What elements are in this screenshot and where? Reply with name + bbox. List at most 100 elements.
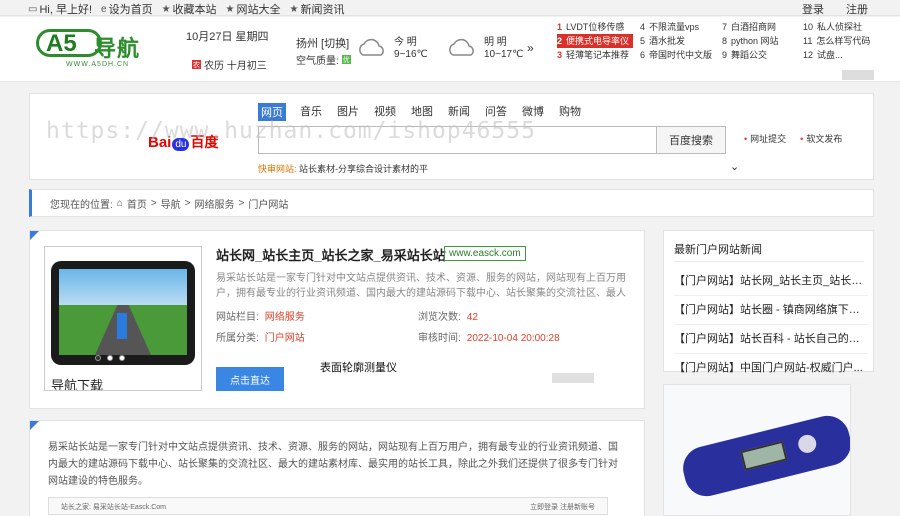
city-switch[interactable]: 扬州 [切换] [296, 35, 349, 51]
site-logo[interactable]: A5 导航 WWW.A5DH.CN [36, 29, 160, 73]
hot-item[interactable]: 3 轻薄笔记本推荐 [557, 48, 633, 62]
register-link[interactable]: 注册 [846, 1, 868, 17]
list-item[interactable]: 【门户网站】站长圈 - 镇商网络旗下站... [674, 296, 868, 325]
publish-article-link[interactable]: 软文发布 [800, 132, 842, 145]
hot-item[interactable]: 1 LVDT位移传感 [557, 20, 633, 34]
corner-mark [30, 231, 39, 240]
hot-item[interactable]: 11 怎么样写代码 [803, 34, 870, 48]
meta-views: 浏览次数: 42 [418, 312, 478, 323]
set-home-link[interactable]: e 设为首页 [101, 1, 153, 17]
site-screenshot[interactable]: 导航下载 [44, 246, 202, 391]
meta-column: 网站栏目: 网络服务 [216, 312, 305, 323]
news-list: 【门户网站】站长网_站长主页_站长之... 【门户网站】站长圈 - 镇商网络旗下… [674, 267, 868, 383]
site-card: 导航下载 站长网_站长主页_站长之家_易采站长站 www.easck.com 易… [29, 230, 645, 409]
list-item[interactable]: 【门户网站】中国门户网站-权威门户... [674, 354, 868, 383]
breadcrumb-nav[interactable]: 导航 [161, 196, 181, 211]
gps-device-image [51, 261, 195, 365]
weather-today: 今 明 9~16℃ [356, 31, 446, 71]
hot-item[interactable]: 5 酒水批发 [640, 34, 712, 48]
search-button[interactable]: 百度搜索 [656, 126, 726, 154]
carousel-dot[interactable] [95, 355, 101, 361]
tab-qa[interactable]: 问答 [484, 103, 508, 121]
star-icon: ★ [225, 3, 235, 15]
tab-video[interactable]: 视频 [373, 103, 397, 121]
tab-weibo[interactable]: 微博 [521, 103, 545, 121]
list-item[interactable]: 【门户网站】站长网_站长主页_站长之... [674, 267, 868, 296]
hot-list-col2: 4 不限流量vps 5 酒水批发 6 帝国时代中文版 [640, 20, 712, 62]
list-item[interactable]: 【门户网站】站长百科 - 站长自己的百... [674, 325, 868, 354]
hot-item[interactable]: 10 私人侦探社 [803, 20, 870, 34]
meta-time: 审核时间: 2022-10-04 20:00:28 [418, 333, 560, 344]
carousel-dot[interactable] [107, 355, 113, 361]
panel-title: 最新门户网站新闻 [674, 244, 762, 256]
meta-category: 所属分类: 门户网站 [216, 333, 305, 344]
tab-news[interactable]: 新闻 [447, 103, 471, 121]
site-title[interactable]: 站长网_站长主页_站长之家_易采站长站 [216, 245, 446, 264]
chevron-down-icon[interactable]: ⌄ [730, 160, 739, 173]
hot-item-highlighted[interactable]: 2 便携式电导率仪 [557, 34, 634, 48]
intro-card: 易采站长站是一家专门针对中文站点提供资讯、技术、资源、服务的网站，网站现有上百万… [29, 420, 645, 516]
star-icon: ★ [289, 3, 299, 15]
ie-icon: e [101, 3, 107, 15]
hot-list-col4: 10 私人侦探社 11 怎么样写代码 12 试盘... [803, 20, 870, 62]
tab-images[interactable]: 图片 [336, 103, 360, 121]
product-ad-image[interactable] [663, 384, 851, 516]
site-all-link[interactable]: ★ 网站大全 [226, 1, 281, 17]
aqi-badge: 优 [341, 55, 351, 64]
star-icon: ★ [161, 3, 171, 15]
logo-text: A5 [46, 30, 77, 57]
latest-news-panel: 最新门户网站新闻 【门户网站】站长网_站长主页_站长之... 【门户网站】站长圈… [663, 230, 874, 383]
hot-item[interactable]: 6 帝国时代中文版 [640, 48, 712, 62]
carousel-dot[interactable] [119, 355, 125, 361]
tab-map[interactable]: 地图 [410, 103, 434, 121]
favorite-link[interactable]: ★ 收藏本站 [162, 1, 217, 17]
baidu-logo[interactable]: Bai du 百度 [148, 132, 228, 154]
corner-mark [30, 421, 39, 430]
ad-close-tag[interactable] [552, 373, 594, 383]
column-link[interactable]: 网络服务 [265, 312, 305, 323]
close-tag[interactable] [842, 70, 874, 80]
weather-tomorrow: 明 明 10~17℃ [446, 31, 536, 71]
quick-review-link[interactable]: 站长素材-分享综合设计素材的平 [299, 164, 428, 174]
monitor-icon: ▭ [28, 3, 38, 15]
lunar-date: 农 农历 十月初三 [192, 60, 267, 72]
search-input[interactable] [259, 127, 657, 153]
date-text: 10月27日 星期四 [186, 31, 269, 43]
divider [674, 261, 864, 262]
search-tabs: 网页 音乐 图片 视频 地图 新闻 问答 微博 购物 [258, 103, 582, 121]
category-link[interactable]: 门户网站 [265, 333, 305, 344]
lunar-icon: 农 [192, 60, 201, 69]
site-url[interactable]: www.easck.com [444, 246, 526, 261]
tab-music[interactable]: 音乐 [299, 103, 323, 121]
intro-text: 易采站长站是一家专门针对中文站点提供资讯、技术、资源、服务的网站，网站现有上百万… [48, 442, 618, 487]
tab-shopping[interactable]: 购物 [558, 103, 582, 121]
hot-item[interactable]: 12 试盘... [803, 48, 870, 62]
breadcrumb: 您现在的位置: ⌂ 首页 > 导航 > 网络服务 > 门户网站 [29, 189, 874, 217]
cloud-icon [449, 38, 474, 56]
tab-web[interactable]: 网页 [258, 103, 286, 121]
search-input-wrap [258, 126, 658, 154]
home-icon: ⌂ [116, 197, 123, 209]
submit-site-link[interactable]: 网址提交 [744, 132, 786, 145]
hot-list-col1: 1 LVDT位移传感 2 便携式电导率仪 3 轻薄笔记本推荐 [557, 20, 634, 62]
breadcrumb-portal[interactable]: 门户网站 [248, 196, 288, 211]
news-link[interactable]: ★ 新闻资讯 [290, 1, 345, 17]
carousel-dots [95, 355, 125, 361]
image-caption: 导航下载 [51, 378, 104, 391]
hot-item[interactable]: 4 不限流量vps [640, 20, 712, 34]
breadcrumb-network[interactable]: 网络服务 [195, 196, 235, 211]
hot-item[interactable]: 7 白酒招商网 [722, 20, 779, 34]
paw-icon: du [172, 138, 190, 151]
login-link[interactable]: 登录 [802, 1, 824, 17]
breadcrumb-home[interactable]: 首页 [127, 196, 147, 211]
cloud-icon [359, 38, 384, 56]
site-preview-bar: 站长之家: 易采站长站-Easck.Com 立即登录 注册新账号 [48, 497, 608, 515]
top-bar: ▭ Hi, 早上好! e 设为首页 ★ 收藏本站 ★ 网站大全 ★ 新闻资讯 登录 注册 [0, 0, 900, 16]
visit-button[interactable]: 点击直达 [216, 367, 284, 391]
double-chevron-icon: » [527, 41, 534, 55]
search-panel: 网页 音乐 图片 视频 地图 新闻 问答 微博 购物 Bai du 百度 百度搜索 … [29, 93, 874, 180]
ad-overlay-text[interactable]: 表面轮廓测量仪 [320, 359, 397, 375]
header: A5 导航 WWW.A5DH.CN 10月27日 星期四 农 农历 十月初三 扬… [0, 17, 900, 82]
hot-item[interactable]: 8 python 网站 [722, 34, 779, 48]
hot-item[interactable]: 9 舞蹈公交 [722, 48, 779, 62]
